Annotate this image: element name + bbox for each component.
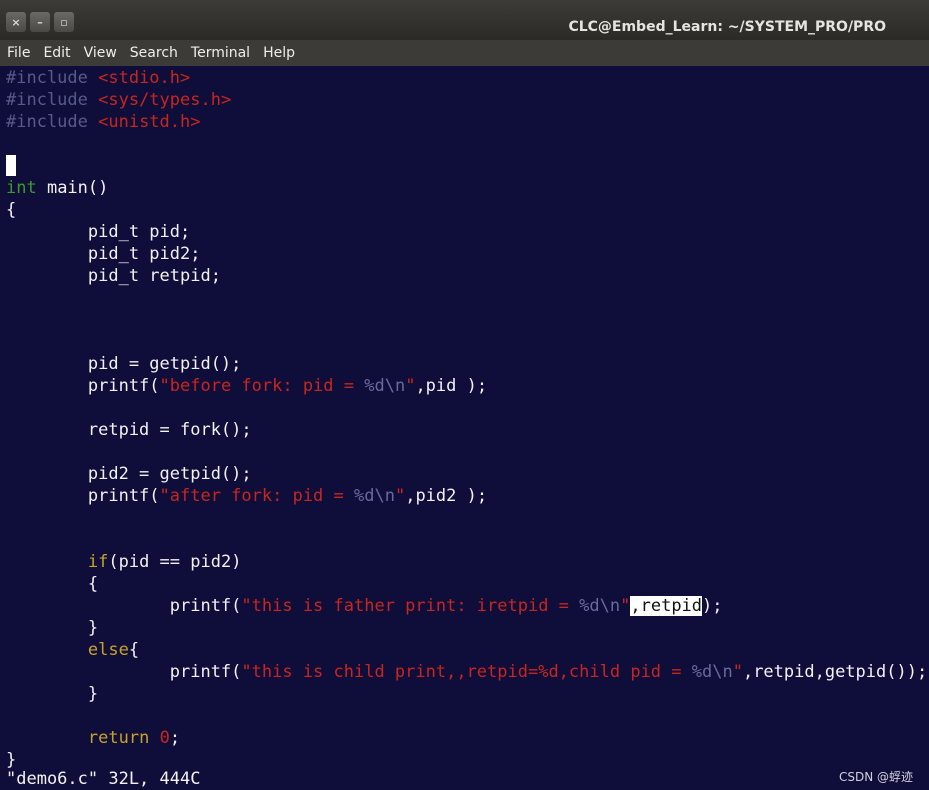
string-literal: "this is child print,,retpid=%d,child pi… xyxy=(241,662,692,682)
code-line: return 0; xyxy=(6,727,180,749)
code-line: printf("this is father print: iretpid = … xyxy=(6,595,723,617)
string-literal: " xyxy=(405,376,416,396)
string-literal: "after fork: pid = xyxy=(159,486,354,506)
string-literal: " xyxy=(732,662,743,682)
menu-search[interactable]: Search xyxy=(124,45,184,61)
preprocessor-directive: #include xyxy=(6,112,99,132)
format-specifier: %d\n xyxy=(579,596,621,616)
control-keyword: return xyxy=(87,728,150,748)
code-line: retpid = fork(); xyxy=(6,420,252,440)
code-text: { xyxy=(128,640,140,660)
preprocessor-directive: #include xyxy=(6,90,99,110)
code-text: printf( xyxy=(6,662,242,682)
code-line: } xyxy=(6,618,99,638)
code-line: pid2 = getpid(); xyxy=(6,464,252,484)
control-keyword: else xyxy=(87,640,129,660)
watermark: CSDN @蜉迹 xyxy=(838,770,913,784)
code-text: printf( xyxy=(6,376,160,396)
code-line: pid = getpid(); xyxy=(6,354,242,374)
menu-view[interactable]: View xyxy=(78,45,123,61)
code-line: else{ xyxy=(6,639,139,661)
control-keyword: if xyxy=(87,552,109,572)
window-title: CLC@Embed_Learn: ~/SYSTEM_PRO/PRO xyxy=(568,19,886,35)
header-name: <stdio.h> xyxy=(98,68,191,88)
format-specifier: %d\n xyxy=(691,662,733,682)
code-line: } xyxy=(6,684,99,704)
code-text: ,pid ); xyxy=(415,376,488,396)
code-line: printf("before fork: pid = %d\n",pid ); xyxy=(6,375,487,397)
type-keyword: int xyxy=(6,178,37,198)
code-line: printf("this is child print,,retpid=%d,c… xyxy=(6,661,927,683)
code-text: main() xyxy=(36,178,109,198)
text-cursor xyxy=(6,155,16,176)
code-text: printf( xyxy=(6,596,242,616)
code-line: if(pid == pid2) xyxy=(6,551,242,573)
header-name: <sys/types.h> xyxy=(98,90,232,110)
code-line: #include <stdio.h> xyxy=(6,67,190,89)
code-line: { xyxy=(6,200,17,220)
code-text: ,pid2 ); xyxy=(405,486,488,506)
string-literal: "this is father print: iretpid = xyxy=(241,596,580,616)
code-text: ; xyxy=(169,728,181,748)
string-literal: " xyxy=(620,596,631,616)
code-line: pid_t pid; xyxy=(6,222,191,242)
code-text: printf( xyxy=(6,486,160,506)
string-literal: "before fork: pid = xyxy=(159,376,365,396)
menu-bar: File Edit View Search Terminal Help xyxy=(0,40,929,66)
code-line: printf("after fork: pid = %d\n",pid2 ); xyxy=(6,485,487,507)
code-text: ); xyxy=(702,596,723,616)
header-name: <unistd.h> xyxy=(98,112,201,132)
code-text: (pid == pid2) xyxy=(108,552,242,572)
string-literal: " xyxy=(394,486,406,506)
code-text: ,retpid,getpid()); xyxy=(742,662,928,682)
code-line: #include <sys/types.h> xyxy=(6,89,231,111)
code-line: int main() xyxy=(6,177,108,199)
vim-status-line: "demo6.c" 32L, 444C xyxy=(6,769,201,789)
text-selection[interactable]: ,retpid xyxy=(630,596,703,616)
window-controls: × – ▫ xyxy=(6,12,74,32)
number-literal: 0 xyxy=(159,728,170,748)
code-line: pid_t retpid; xyxy=(6,266,221,286)
vim-editor[interactable]: #include <stdio.h> #include <sys/types.h… xyxy=(6,67,929,790)
title-bar: × – ▫ CLC@Embed_Learn: ~/SYSTEM_PRO/PRO xyxy=(0,0,929,40)
maximize-icon[interactable]: ▫ xyxy=(54,12,74,32)
code-line: #include <unistd.h> xyxy=(6,111,200,133)
format-specifier: %d\n xyxy=(364,376,406,396)
close-icon[interactable]: × xyxy=(6,12,26,32)
menu-edit[interactable]: Edit xyxy=(37,45,76,61)
menu-terminal[interactable]: Terminal xyxy=(185,45,256,61)
minimize-icon[interactable]: – xyxy=(30,12,50,32)
code-line: { xyxy=(6,574,99,594)
format-specifier: %d\n xyxy=(354,486,395,506)
preprocessor-directive: #include xyxy=(6,68,99,88)
code-line: pid_t pid2; xyxy=(6,244,201,264)
menu-file[interactable]: File xyxy=(1,45,36,61)
menu-help[interactable]: Help xyxy=(257,45,301,61)
